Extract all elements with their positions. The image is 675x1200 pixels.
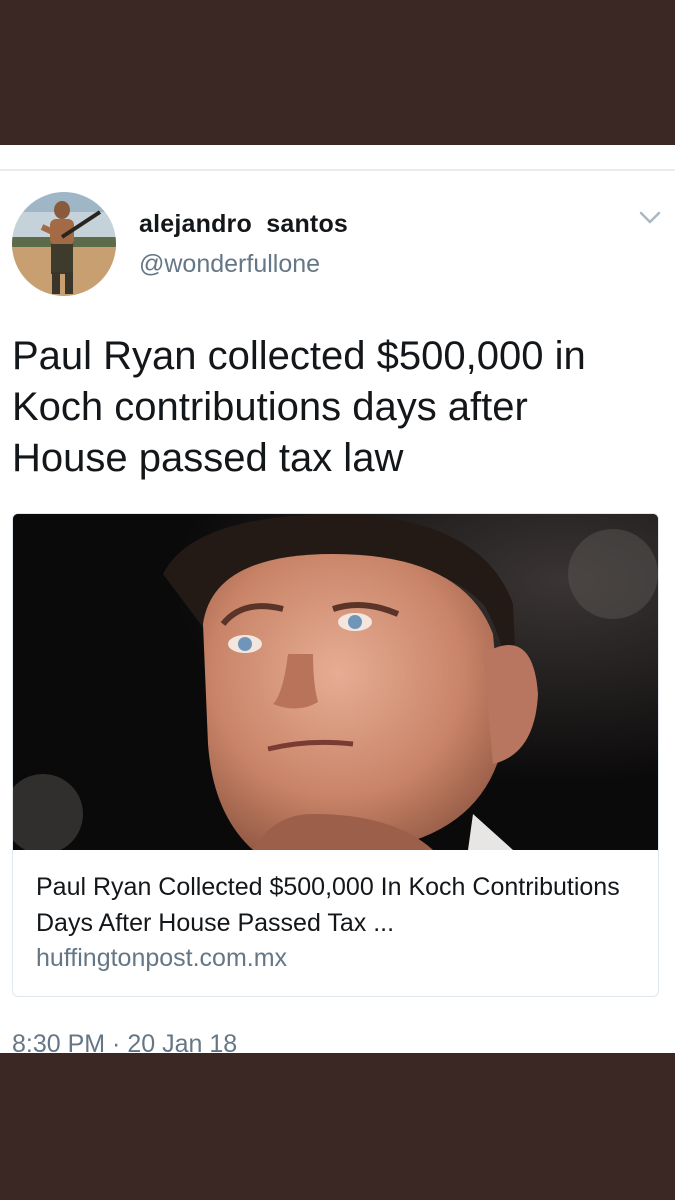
divider [0, 169, 675, 171]
card-domain[interactable]: huffingtonpost.com.mx [36, 944, 287, 973]
avatar[interactable] [12, 192, 116, 296]
photo-paul-ryan [13, 514, 658, 854]
bottom-frame-band [0, 1053, 675, 1200]
tweet-timestamp[interactable]: 8:30 PM · 20 Jan 18 [12, 1030, 237, 1053]
avatar-photo [12, 192, 116, 296]
display-name[interactable]: alejandro santos [139, 210, 348, 239]
card-title[interactable]: Paul Ryan Collected $500,000 In Koch Con… [36, 869, 636, 941]
link-card[interactable]: Paul Ryan Collected $500,000 In Koch Con… [12, 513, 659, 997]
tweet-container: alejandro santos @wonderfullone Paul Rya… [0, 145, 675, 1053]
card-image [13, 514, 658, 854]
chevron-down-icon[interactable] [637, 209, 663, 227]
user-handle[interactable]: @wonderfullone [139, 250, 320, 279]
tweet-text: Paul Ryan collected $500,000 in Koch con… [12, 334, 586, 480]
top-frame-band [0, 0, 675, 145]
